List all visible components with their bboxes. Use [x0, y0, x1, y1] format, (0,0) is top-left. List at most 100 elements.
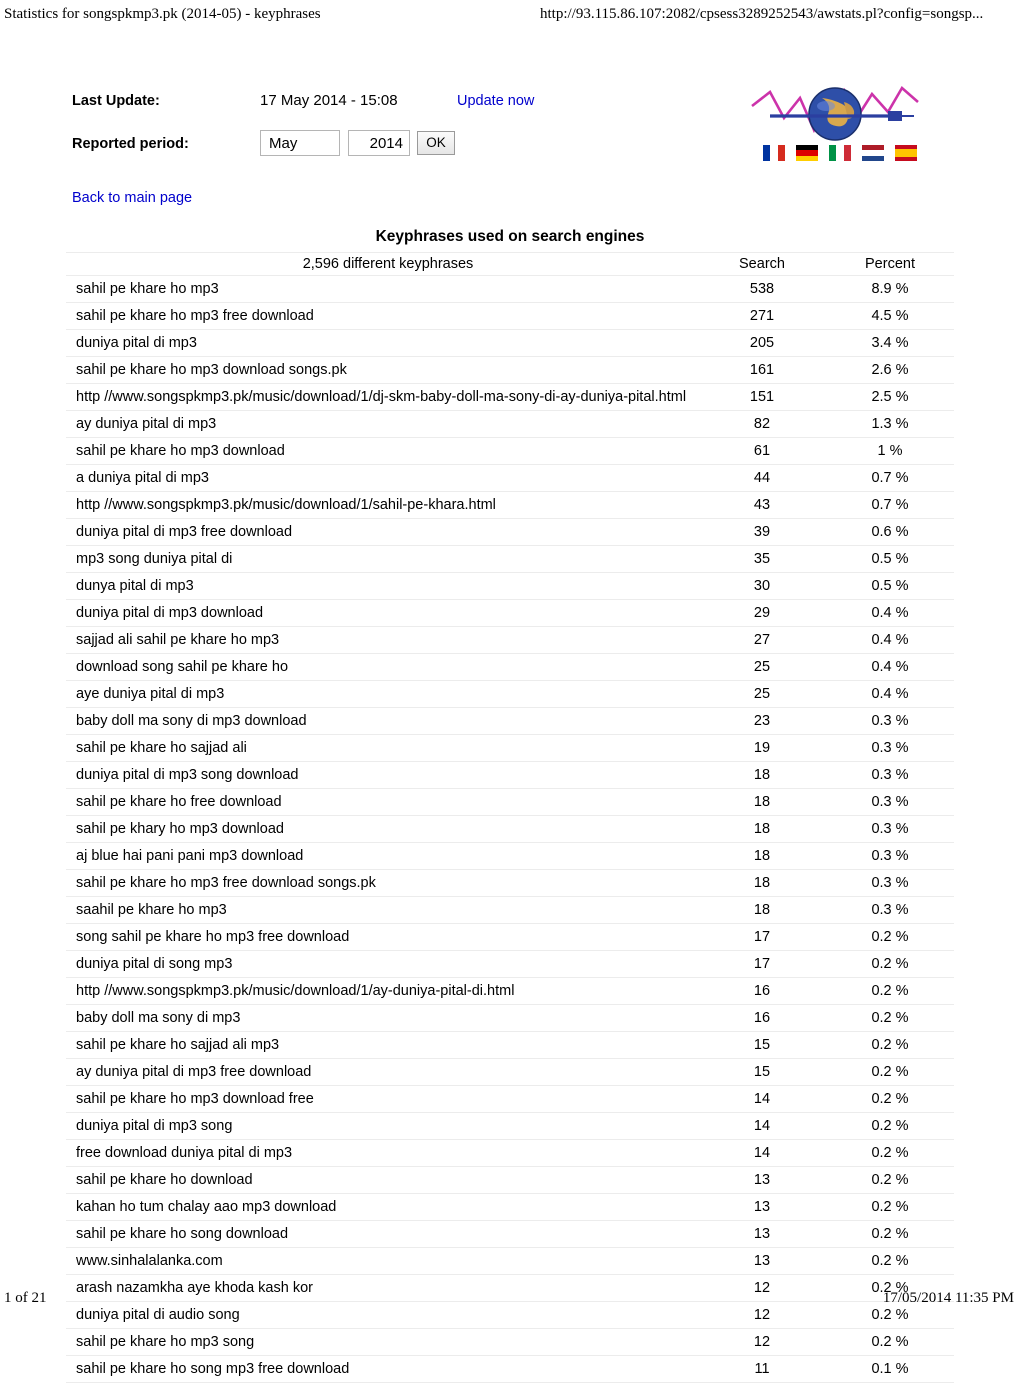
- cell-keyphrase: sahil pe khare ho free download: [66, 788, 698, 816]
- cell-keyphrase: sahil pe khare ho song mp3 free download: [66, 1355, 698, 1383]
- cell-keyphrase: http //www.songspkmp3.pk/music/download/…: [66, 977, 698, 1005]
- cell-percent: 0.4 %: [826, 626, 954, 654]
- cell-keyphrase: kahan ho tum chalay aao mp3 download: [66, 1193, 698, 1221]
- table-body: sahil pe khare ho mp3 538 8.9 % sahil pe kh…: [66, 275, 954, 1383]
- cell-search: 44: [698, 464, 826, 492]
- cell-search: 11: [698, 1355, 826, 1383]
- cell-percent: 0.3 %: [826, 734, 954, 762]
- cell-keyphrase: sahil pe khary ho mp3 download: [66, 815, 698, 843]
- cell-percent: 0.7 %: [826, 464, 954, 492]
- cell-keyphrase: sajjad ali sahil pe khare ho mp3: [66, 626, 698, 654]
- cell-keyphrase: sahil pe khare ho mp3: [66, 275, 698, 303]
- table-row: www.sinhalalanka.com 13 0.2 %: [66, 1247, 954, 1275]
- cell-keyphrase: download song sahil pe khare ho: [66, 653, 698, 681]
- cell-search: 17: [698, 923, 826, 951]
- cell-search: 27: [698, 626, 826, 654]
- month-select[interactable]: May: [260, 130, 340, 156]
- column-header-percent: Percent: [826, 252, 954, 276]
- cell-search: 12: [698, 1328, 826, 1356]
- cell-percent: 0.2 %: [826, 923, 954, 951]
- cell-search: 14: [698, 1139, 826, 1167]
- update-now-link[interactable]: Update now: [457, 90, 534, 112]
- cell-percent: 3.4 %: [826, 329, 954, 357]
- cell-keyphrase: baby doll ma sony di mp3 download: [66, 707, 698, 735]
- cell-search: 14: [698, 1112, 826, 1140]
- cell-keyphrase: ay duniya pital di mp3 free download: [66, 1058, 698, 1086]
- cell-percent: 0.2 %: [826, 1058, 954, 1086]
- print-header-url: http://93.115.86.107:2082/cpsess32892525…: [540, 6, 984, 22]
- table-row: song sahil pe khare ho mp3 free download…: [66, 923, 954, 951]
- cell-percent: 0.2 %: [826, 1220, 954, 1248]
- cell-search: 43: [698, 491, 826, 519]
- print-footer-timestamp: 17/05/2014 11:35 PM: [882, 1290, 1014, 1306]
- cell-keyphrase: mp3 song duniya pital di: [66, 545, 698, 573]
- cell-percent: 4.5 %: [826, 302, 954, 330]
- cell-search: 30: [698, 572, 826, 600]
- cell-percent: 2.5 %: [826, 383, 954, 411]
- keyphrases-report: Keyphrases used on search engines 2,596 …: [0, 228, 1020, 1383]
- cell-percent: 0.7 %: [826, 491, 954, 519]
- table-row: sahil pe khare ho mp3 download 61 1 %: [66, 437, 954, 465]
- table-row: duniya pital di mp3 free download 39 0.6 %: [66, 518, 954, 546]
- table-row: baby doll ma sony di mp3 16 0.2 %: [66, 1004, 954, 1032]
- cell-keyphrase: duniya pital di mp3: [66, 329, 698, 357]
- table-row: dunya pital di mp3 30 0.5 %: [66, 572, 954, 600]
- page-content: Last Update: 17 May 2014 - 15:08 Update …: [0, 40, 1020, 1383]
- cell-search: 19: [698, 734, 826, 762]
- cell-percent: 0.3 %: [826, 842, 954, 870]
- table-row: sahil pe khare ho mp3 download songs.pk 1…: [66, 356, 954, 384]
- cell-keyphrase: sahil pe khare ho mp3 download: [66, 437, 698, 465]
- cell-keyphrase: song sahil pe khare ho mp3 free download: [66, 923, 698, 951]
- cell-search: 18: [698, 815, 826, 843]
- cell-search: 18: [698, 869, 826, 897]
- keyphrases-table: 2,596 different keyphrases Search Percen…: [66, 252, 954, 1383]
- table-row: sahil pe khare ho free download 18 0.3 %: [66, 788, 954, 816]
- table-row: sajjad ali sahil pe khare ho mp3 27 0.4 %: [66, 626, 954, 654]
- cell-keyphrase: sahil pe khare ho mp3 download free: [66, 1085, 698, 1113]
- cell-keyphrase: baby doll ma sony di mp3: [66, 1004, 698, 1032]
- cell-search: 151: [698, 383, 826, 411]
- cell-percent: 0.2 %: [826, 977, 954, 1005]
- cell-percent: 0.3 %: [826, 896, 954, 924]
- cell-keyphrase: ay duniya pital di mp3: [66, 410, 698, 438]
- cell-percent: 0.3 %: [826, 869, 954, 897]
- cell-keyphrase: http //www.songspkmp3.pk/music/download/…: [66, 491, 698, 519]
- cell-keyphrase: http //www.songspkmp3.pk/music/download/…: [66, 383, 698, 411]
- year-input[interactable]: 2014: [348, 130, 410, 156]
- cell-percent: 0.2 %: [826, 1328, 954, 1356]
- table-row: download song sahil pe khare ho 25 0.4 %: [66, 653, 954, 681]
- print-header-title: Statistics for songspkmp3.pk (2014-05) -…: [4, 6, 321, 22]
- cell-percent: 0.2 %: [826, 1139, 954, 1167]
- table-row: free download duniya pital di mp3 14 0.2 %: [66, 1139, 954, 1167]
- table-row: http //www.songspkmp3.pk/music/download/…: [66, 977, 954, 1005]
- column-header-search: Search: [698, 252, 826, 276]
- cell-search: 205: [698, 329, 826, 357]
- cell-search: 161: [698, 356, 826, 384]
- table-row: sahil pe khare ho mp3 download free 14 0.2…: [66, 1085, 954, 1113]
- table-row: a duniya pital di mp3 44 0.7 %: [66, 464, 954, 492]
- cell-percent: 0.4 %: [826, 599, 954, 627]
- table-row: sahil pe khare ho sajjad ali mp3 15 0.2 %: [66, 1031, 954, 1059]
- cell-keyphrase: duniya pital di mp3 free download: [66, 518, 698, 546]
- report-title: Keyphrases used on search engines: [375, 228, 645, 245]
- table-row: aj blue hai pani pani mp3 download 18 0.3 …: [66, 842, 954, 870]
- cell-percent: 0.2 %: [826, 1166, 954, 1194]
- cell-search: 82: [698, 410, 826, 438]
- cell-percent: 0.2 %: [826, 1112, 954, 1140]
- cell-search: 15: [698, 1058, 826, 1086]
- cell-percent: 0.1 %: [826, 1355, 954, 1383]
- table-row: baby doll ma sony di mp3 download 23 0.3 %: [66, 707, 954, 735]
- cell-search: 13: [698, 1247, 826, 1275]
- reported-period-label: Reported period:: [72, 136, 189, 152]
- ok-button[interactable]: OK: [417, 131, 455, 155]
- table-row: sahil pe khare ho song download 13 0.2 %: [66, 1220, 954, 1248]
- cell-keyphrase: sahil pe khare ho mp3 free download song…: [66, 869, 698, 897]
- cell-percent: 8.9 %: [826, 275, 954, 303]
- table-row: sahil pe khare ho mp3 song 12 0.2 %: [66, 1328, 954, 1356]
- back-to-main-page-link[interactable]: Back to main page: [72, 190, 192, 206]
- cell-search: 13: [698, 1220, 826, 1248]
- cell-percent: 0.2 %: [826, 1247, 954, 1275]
- cell-search: 16: [698, 1004, 826, 1032]
- table-header: 2,596 different keyphrases Search Percen…: [66, 252, 954, 276]
- cell-percent: 0.3 %: [826, 707, 954, 735]
